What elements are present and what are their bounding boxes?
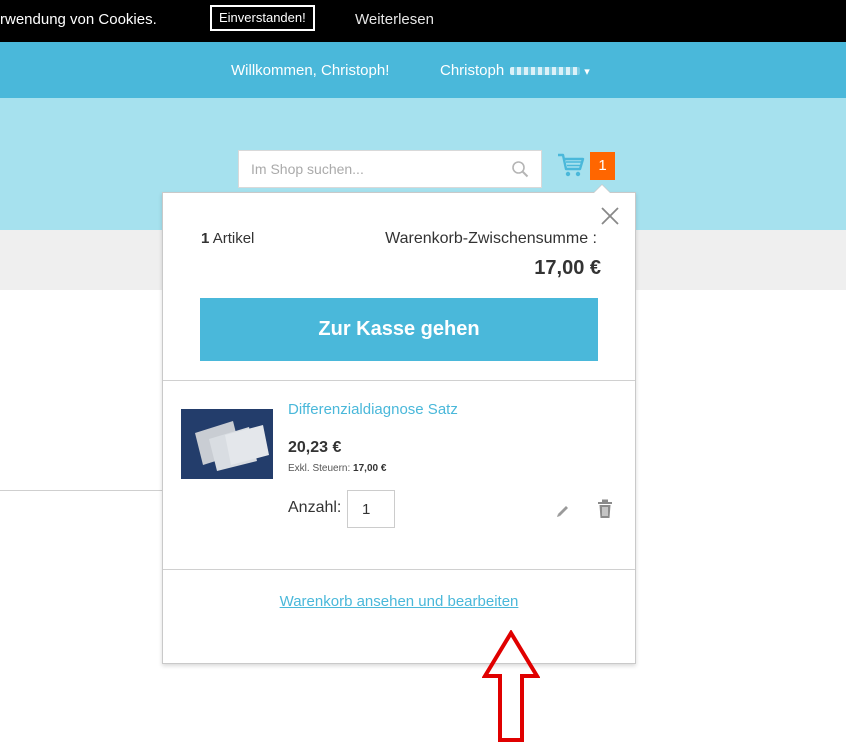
minicart-items-count: 1 Artikel bbox=[201, 230, 254, 247]
account-name: Christoph bbox=[440, 62, 505, 79]
tax-label: Exkl. Steuern: bbox=[288, 463, 351, 474]
trash-icon[interactable] bbox=[597, 499, 613, 519]
search-box bbox=[238, 150, 542, 188]
search-icon[interactable] bbox=[511, 160, 529, 178]
shopping-cart-icon[interactable] bbox=[557, 152, 585, 178]
dropdown-caret bbox=[593, 184, 611, 193]
checkout-button[interactable]: Zur Kasse gehen bbox=[200, 298, 598, 361]
search-input[interactable] bbox=[239, 151, 511, 187]
cookie-notice-text: rwendung von Cookies. bbox=[0, 11, 157, 28]
product-price: 20,23 € bbox=[288, 439, 342, 456]
cookie-read-more-link[interactable]: Weiterlesen bbox=[355, 11, 434, 28]
minicart-dropdown: 1 Artikel Warenkorb-Zwischensumme : 17,0… bbox=[162, 184, 636, 664]
product-tax-info: Exkl. Steuern: 17,00 € bbox=[288, 463, 386, 474]
account-menu[interactable]: Christoph ▾ bbox=[440, 62, 590, 79]
quantity-input[interactable] bbox=[347, 490, 395, 528]
cookie-bar: rwendung von Cookies. Einverstanden! Wei… bbox=[0, 0, 846, 42]
accept-cookies-button[interactable]: Einverstanden! bbox=[210, 5, 315, 31]
tax-value: 17,00 € bbox=[353, 463, 387, 474]
product-image[interactable] bbox=[181, 409, 273, 479]
welcome-bar: Willkommen, Christoph! Christoph ▾ bbox=[0, 42, 846, 98]
items-count-label: Artikel bbox=[212, 230, 255, 247]
product-name-link[interactable]: Differenzialdiagnose Satz bbox=[288, 401, 458, 418]
close-icon[interactable] bbox=[599, 205, 621, 227]
cart-count-badge[interactable]: 1 bbox=[590, 152, 615, 180]
content-divider bbox=[0, 490, 170, 491]
welcome-message: Willkommen, Christoph! bbox=[231, 62, 390, 79]
subtotal-label: Warenkorb-Zwischensumme : bbox=[385, 230, 597, 247]
quantity-label: Anzahl: bbox=[288, 499, 342, 516]
pencil-icon[interactable] bbox=[555, 503, 571, 519]
account-surname-obscured bbox=[510, 67, 581, 76]
annotation-arrow-icon bbox=[482, 630, 540, 742]
subtotal-price: 17,00 € bbox=[534, 257, 601, 279]
chevron-down-icon: ▾ bbox=[584, 66, 590, 78]
items-count-number: 1 bbox=[201, 230, 210, 247]
section-divider bbox=[163, 380, 635, 381]
view-cart-link[interactable]: Warenkorb ansehen und bearbeiten bbox=[163, 593, 635, 610]
section-divider bbox=[163, 569, 635, 570]
